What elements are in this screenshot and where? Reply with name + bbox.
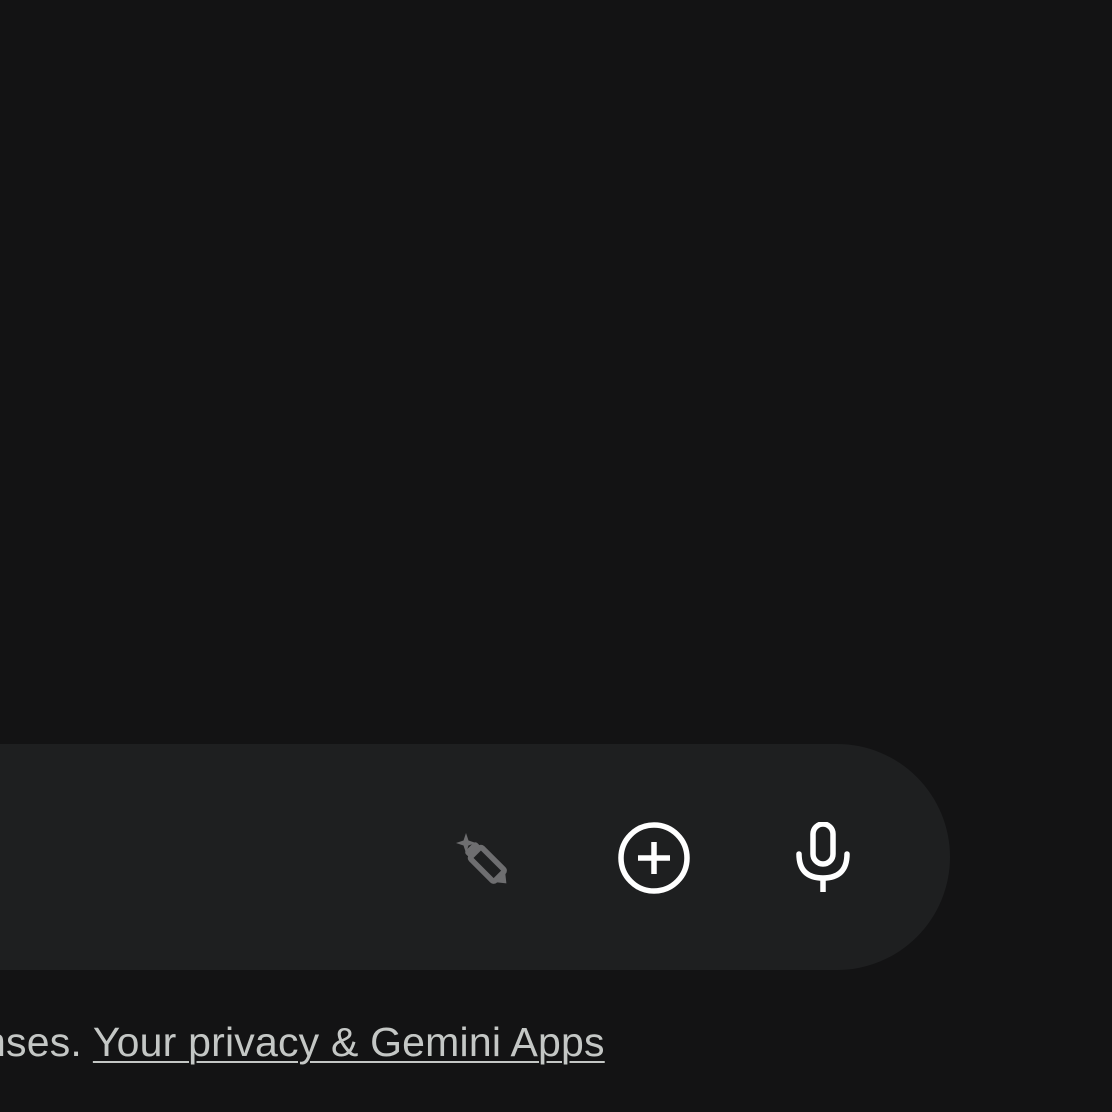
refine-prompt-button[interactable]	[440, 813, 530, 903]
disclaimer-text: onses.	[0, 1019, 82, 1065]
microphone-button[interactable]	[778, 813, 868, 903]
add-file-button[interactable]	[609, 813, 699, 903]
add-circle-icon	[616, 820, 692, 896]
pencil-sparkle-icon	[450, 823, 520, 893]
app-page: onses. Your privacy & Gemini Apps	[0, 0, 1112, 1112]
microphone-icon	[793, 822, 853, 894]
privacy-link[interactable]: Your privacy & Gemini Apps	[93, 1019, 605, 1065]
disclaimer-footer: onses. Your privacy & Gemini Apps	[0, 1018, 605, 1066]
